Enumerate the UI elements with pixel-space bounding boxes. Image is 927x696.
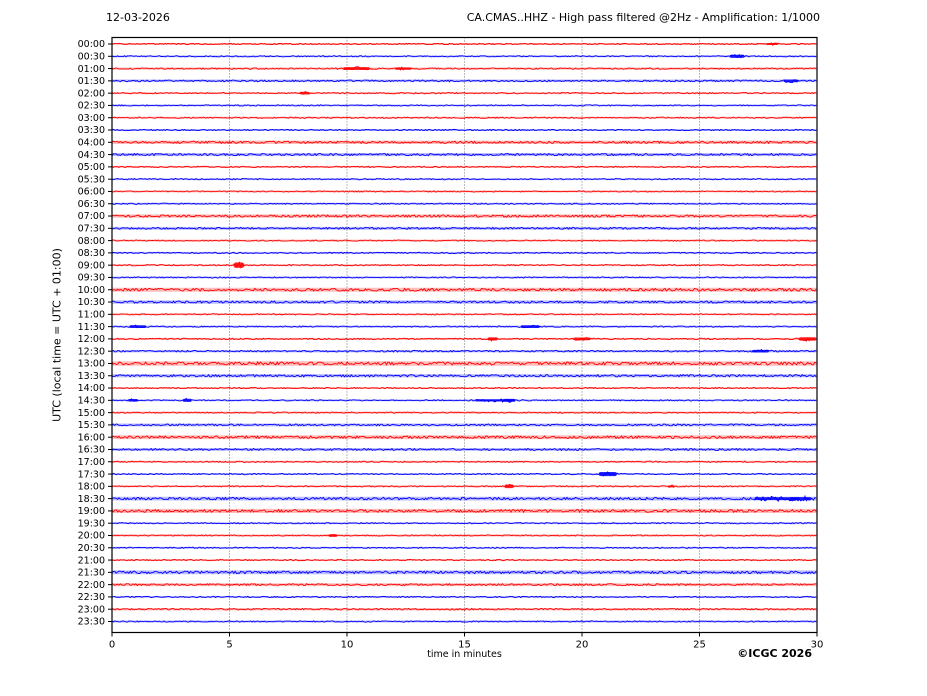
- row-label: 19:30: [78, 518, 105, 529]
- row-label: 13:30: [78, 371, 105, 382]
- row-label: 22:30: [78, 592, 105, 603]
- row-label: 18:00: [78, 482, 105, 493]
- trace-row: [111, 313, 817, 316]
- copyright-label: ©ICGC 2026: [737, 647, 812, 660]
- helicorder-plot: 00:0000:30 01:0001:3002:00 02:3003:0003:30…: [78, 36, 823, 651]
- row-label: 20:30: [78, 543, 105, 554]
- row-label: 23:30: [78, 617, 105, 628]
- row-label: 08:00: [78, 236, 105, 247]
- row-label: 01:00: [78, 64, 105, 75]
- row-label: 22:00: [78, 580, 105, 591]
- row-label: 14:30: [78, 396, 105, 407]
- row-label: 11:00: [78, 310, 105, 321]
- row-label: 16:00: [78, 432, 105, 443]
- row-label: 21:30: [78, 568, 105, 579]
- row-label: 10:30: [78, 297, 105, 308]
- row-label: 09:00: [78, 260, 105, 271]
- row-label: 07:30: [78, 224, 105, 235]
- row-label: 14:00: [78, 383, 105, 394]
- row-label: 11:30: [78, 322, 105, 333]
- row-label: 18:30: [78, 494, 105, 505]
- row-label: 05:30: [78, 174, 105, 185]
- row-label: 17:00: [78, 457, 105, 468]
- row-label: 02:30: [78, 101, 105, 112]
- row-label: 06:30: [78, 199, 105, 210]
- x-axis-label: time in minutes: [427, 649, 502, 660]
- row-label: 08:30: [78, 248, 105, 259]
- row-label: 00:00: [78, 39, 105, 50]
- row-label: 12:00: [78, 334, 105, 345]
- row-label: 01:30: [78, 76, 105, 87]
- row-label: 19:00: [78, 506, 105, 517]
- row-label: 00:30: [78, 51, 105, 62]
- row-label: 05:00: [78, 162, 105, 173]
- row-label: 04:00: [78, 137, 105, 148]
- row-label: 15:00: [78, 408, 105, 419]
- row-label: 23:00: [78, 604, 105, 615]
- row-label: 06:00: [78, 187, 105, 198]
- row-label: 10:00: [78, 285, 105, 296]
- row-label: 17:30: [78, 469, 105, 480]
- row-label: 13:00: [78, 359, 105, 370]
- row-label: 07:00: [78, 211, 105, 222]
- row-label: 16:30: [78, 445, 105, 456]
- row-label: 03:00: [78, 113, 105, 124]
- row-label: 03:30: [78, 125, 105, 136]
- row-label: 21:00: [78, 555, 105, 566]
- row-label: 20:00: [78, 531, 105, 542]
- row-label: 12:30: [78, 346, 105, 357]
- row-label: 04:30: [78, 150, 105, 161]
- row-label: 15:30: [78, 420, 105, 431]
- row-label: 02:00: [78, 88, 105, 99]
- row-label: 09:30: [78, 273, 105, 284]
- seismogram-page: 12-03-2026 CA.CMAS..HHZ - High pass filt…: [0, 0, 927, 696]
